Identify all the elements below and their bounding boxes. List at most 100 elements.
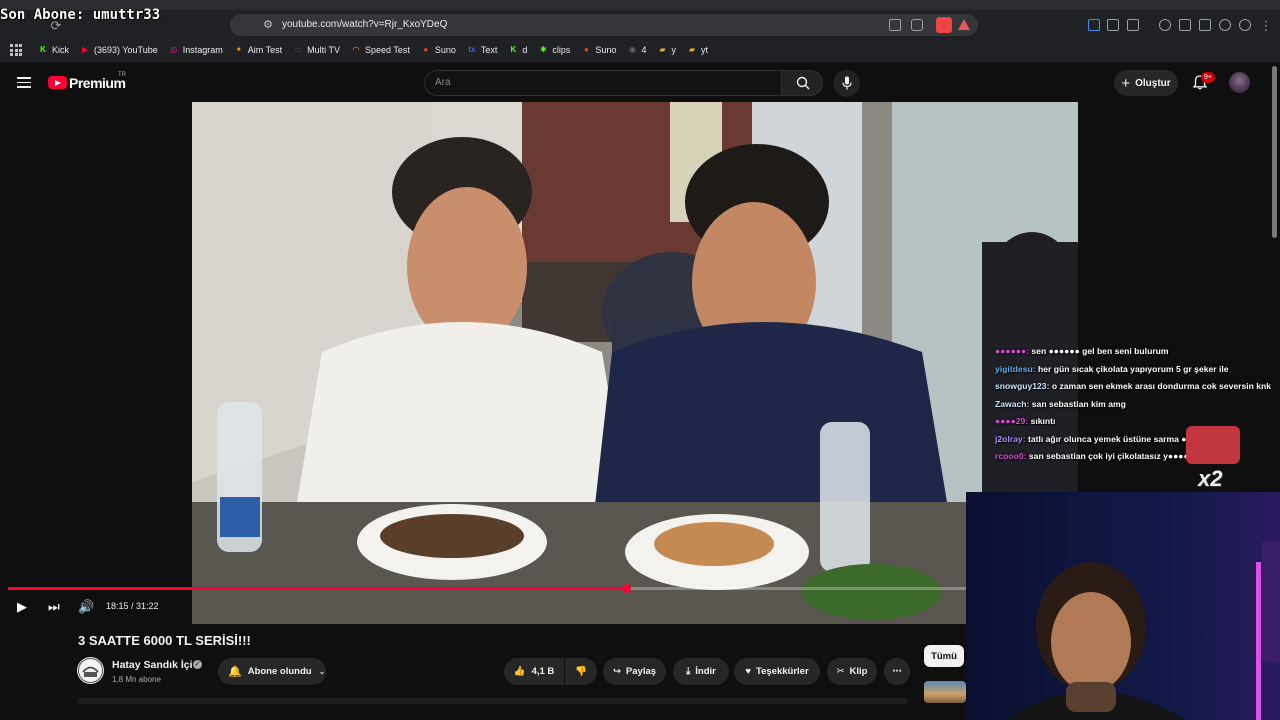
chevron-down-icon: ⌄ <box>318 667 326 676</box>
bookmark-item[interactable]: ▰ yt <box>687 45 708 55</box>
chat-username: Zawach: <box>995 398 1032 409</box>
bookmark-label: y <box>671 45 676 55</box>
filter-chip-all[interactable]: Tümü <box>924 645 964 667</box>
dislike-button[interactable]: 👎 <box>565 658 597 685</box>
microphone-icon <box>842 76 852 90</box>
bookmark-label: Instagram <box>182 45 223 55</box>
thumbs-down-icon: 👎 <box>575 666 587 677</box>
share-label: Paylaş <box>625 666 657 677</box>
youtube-logo-text[interactable]: Premium <box>69 75 126 91</box>
time-display: 18:15 / 31:22 <box>106 601 159 611</box>
bookmark-item[interactable]: ▭ Multi TV <box>293 45 340 55</box>
video-frame-image <box>192 102 1078 624</box>
bell-icon: 🔔 <box>228 666 242 678</box>
chat-message: ●●●●●●: sen ●●●●●● gel ben seni bulurum <box>995 343 1277 361</box>
extension-warning-icon[interactable] <box>958 19 970 30</box>
bookmark-item[interactable]: ● Suno <box>581 45 616 55</box>
bookmark-item[interactable]: ◎ Instagram <box>169 45 223 55</box>
extensions-puzzle-icon[interactable] <box>1107 19 1119 31</box>
bookmark-favicon-icon: ◠ <box>352 45 360 54</box>
thanks-button[interactable]: ♥ Teşekkürler <box>734 658 820 685</box>
search-placeholder: Ara <box>435 77 451 88</box>
chat-message: Zawach: san sebastian kim amg <box>995 396 1277 414</box>
streamer-webcam <box>966 492 1280 720</box>
create-button[interactable]: + Oluştur <box>1114 70 1178 96</box>
bookmark-label: Aim Test <box>247 45 283 55</box>
cast-icon[interactable] <box>889 19 901 31</box>
search-button[interactable] <box>781 70 823 96</box>
chat-text: sen ●●●●●● gel ben seni bulurum <box>1031 346 1169 356</box>
bookmark-item[interactable]: K Kick <box>38 45 69 55</box>
like-count: 4,1 B <box>531 666 555 677</box>
bookmark-favicon-icon: ◉ <box>628 45 636 54</box>
youtube-logo-icon[interactable] <box>48 76 67 89</box>
channel-avatar[interactable] <box>77 657 104 684</box>
bookmark-item[interactable]: ✱ clips <box>538 45 570 55</box>
search-input[interactable] <box>424 70 782 96</box>
bookmark-item[interactable]: ● Suno <box>421 45 455 55</box>
play-button[interactable]: ▶ <box>17 599 27 615</box>
share-page-icon[interactable] <box>911 19 923 31</box>
download-label: İndir <box>695 666 716 677</box>
description-box[interactable] <box>78 698 908 704</box>
wallet-icon[interactable] <box>1199 19 1211 31</box>
bookmark-item[interactable]: ▰ y <box>657 45 676 55</box>
notification-count-badge: 9+ <box>1201 72 1215 83</box>
voice-search-button[interactable] <box>833 70 860 97</box>
bookmark-item[interactable]: ◠ Speed Test <box>351 45 410 55</box>
video-player[interactable] <box>192 102 1078 624</box>
recommended-thumbnail[interactable] <box>924 681 966 703</box>
browser-menu-icon[interactable]: ⋮ <box>1258 18 1274 34</box>
progress-played <box>8 587 627 590</box>
subscriber-count: 1,8 Mn abone <box>112 675 161 684</box>
bookmark-item[interactable]: tx Text <box>467 45 497 55</box>
bookmark-favicon-icon: K <box>40 45 46 54</box>
search-icon <box>796 76 810 90</box>
bookmark-label: Speed Test <box>364 45 410 55</box>
next-button[interactable]: ⏭ <box>48 599 60 615</box>
video-title: 3 SAATTE 6000 TL SERİSİ!!! <box>78 633 251 648</box>
bookmark-item[interactable]: ✦ Aim Test <box>234 45 282 55</box>
verified-icon: ✓ <box>193 660 202 669</box>
bookmark-favicon-icon: tx <box>468 45 476 54</box>
bookmark-favicon-icon: ▭ <box>294 45 302 54</box>
download-button[interactable]: ⤓ İndir <box>673 658 729 685</box>
like-button[interactable]: 👍 4,1 B <box>504 658 564 685</box>
channel-name[interactable]: Hatay Sandık İçi <box>112 659 193 671</box>
account-avatar[interactable] <box>1229 72 1250 93</box>
page-scrollbar[interactable] <box>1272 66 1277 238</box>
extension-ublock-icon[interactable] <box>936 17 952 33</box>
bookmark-label: clips <box>552 45 571 55</box>
bookmark-favicon-icon: K <box>510 45 517 54</box>
ai-assistant-icon[interactable] <box>1219 19 1231 31</box>
reading-list-icon[interactable] <box>1179 19 1191 31</box>
bookmark-favicon-icon: ▰ <box>659 45 666 54</box>
chat-message: snowguy123: o zaman sen ekmek arası dond… <box>995 378 1277 396</box>
chat-username: yigitdesu: <box>995 363 1038 374</box>
progress-scrubber[interactable] <box>621 584 631 593</box>
clip-button[interactable]: ✂ Klip <box>827 658 877 685</box>
thumbs-up-icon: 👍 <box>513 666 526 677</box>
apps-grid-icon[interactable] <box>10 44 22 56</box>
bookmark-item[interactable]: Kd <box>508 45 528 55</box>
url-text[interactable]: youtube.com/watch?v=Rjr_KxoYDeQ <box>282 19 447 30</box>
clip-label: Klip <box>849 666 868 677</box>
bookmark-item[interactable]: ◉ 4 <box>627 45 647 55</box>
extension-translate-icon[interactable] <box>1088 19 1100 31</box>
download-icon: ⤓ <box>686 666 691 677</box>
menu-icon[interactable] <box>17 77 31 88</box>
shield-icon[interactable] <box>1239 19 1251 31</box>
chat-sticker <box>1186 426 1240 464</box>
share-button[interactable]: ↪ Paylaş <box>603 658 666 685</box>
bookmark-favicon-icon: ◎ <box>170 45 178 54</box>
media-control-icon[interactable] <box>1159 19 1171 31</box>
bookmark-label: Kick <box>52 45 70 55</box>
more-actions-button[interactable]: ⋯ <box>884 658 910 685</box>
bookmark-item[interactable]: ▶ (3693) YouTube <box>80 45 158 55</box>
scissors-icon: ✂ <box>836 666 845 677</box>
site-info-icon[interactable]: ⚙ <box>263 18 273 31</box>
download-tray-icon[interactable] <box>1127 19 1139 31</box>
bookmark-label: Multi TV <box>307 45 340 55</box>
subscribed-button[interactable]: 🔔 Abone olundu ⌄ <box>218 658 326 685</box>
volume-icon[interactable]: 🔊 <box>78 599 94 615</box>
